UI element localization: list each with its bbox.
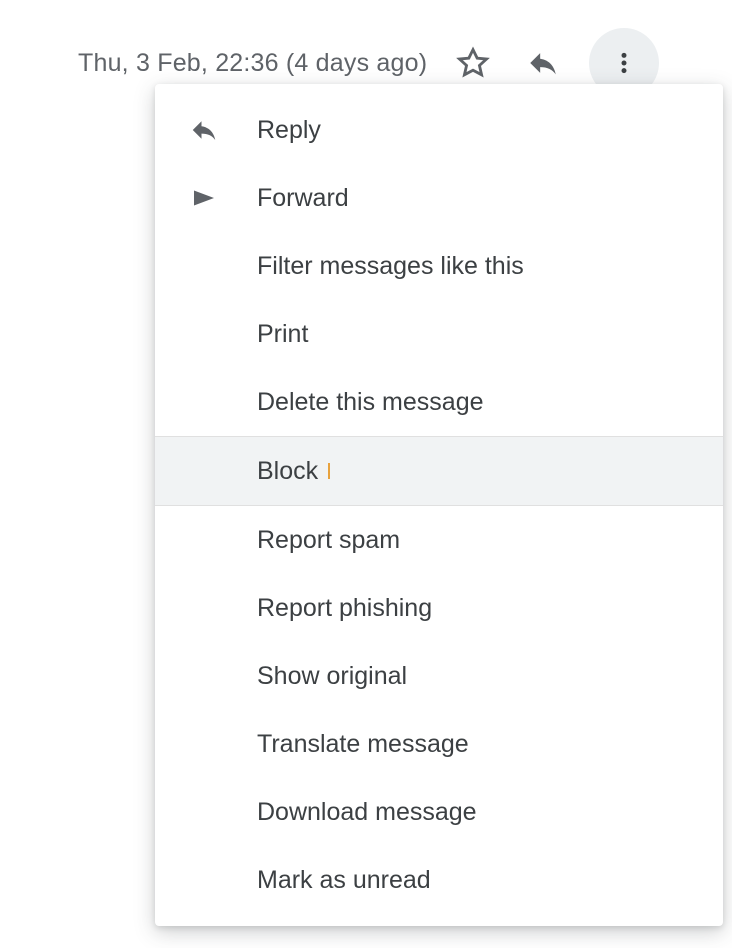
menu-item-filter[interactable]: Filter messages like this bbox=[155, 232, 723, 300]
menu-item-forward[interactable]: Forward bbox=[155, 164, 723, 232]
forward-icon bbox=[185, 183, 223, 213]
menu-item-block[interactable]: Block bbox=[155, 437, 723, 505]
menu-item-label: Delete this message bbox=[257, 388, 484, 417]
text-cursor-icon bbox=[328, 463, 330, 479]
menu-item-translate[interactable]: Translate message bbox=[155, 710, 723, 778]
menu-item-label: Filter messages like this bbox=[257, 252, 524, 281]
menu-item-show-original[interactable]: Show original bbox=[155, 642, 723, 710]
menu-item-delete[interactable]: Delete this message bbox=[155, 368, 723, 436]
menu-item-label: Forward bbox=[257, 184, 349, 213]
menu-item-label: Mark as unread bbox=[257, 866, 431, 895]
menu-item-print[interactable]: Print bbox=[155, 300, 723, 368]
more-actions-menu: Reply Forward Filter messages like this … bbox=[155, 84, 723, 926]
menu-item-report-spam[interactable]: Report spam bbox=[155, 506, 723, 574]
reply-icon[interactable] bbox=[519, 39, 567, 87]
reply-icon bbox=[185, 115, 223, 145]
menu-item-label: Block bbox=[257, 457, 318, 486]
menu-item-label: Print bbox=[257, 320, 308, 349]
menu-item-report-phishing[interactable]: Report phishing bbox=[155, 574, 723, 642]
menu-item-label: Translate message bbox=[257, 730, 469, 759]
menu-item-label: Show original bbox=[257, 662, 407, 691]
menu-item-label: Report phishing bbox=[257, 594, 432, 623]
timestamp: Thu, 3 Feb, 22:36 (4 days ago) bbox=[78, 49, 427, 78]
star-icon[interactable] bbox=[449, 39, 497, 87]
menu-item-download[interactable]: Download message bbox=[155, 778, 723, 846]
menu-item-label: Reply bbox=[257, 116, 321, 145]
menu-item-label: Report spam bbox=[257, 526, 400, 555]
menu-item-label: Download message bbox=[257, 798, 477, 827]
menu-item-mark-unread[interactable]: Mark as unread bbox=[155, 846, 723, 914]
menu-item-reply[interactable]: Reply bbox=[155, 96, 723, 164]
